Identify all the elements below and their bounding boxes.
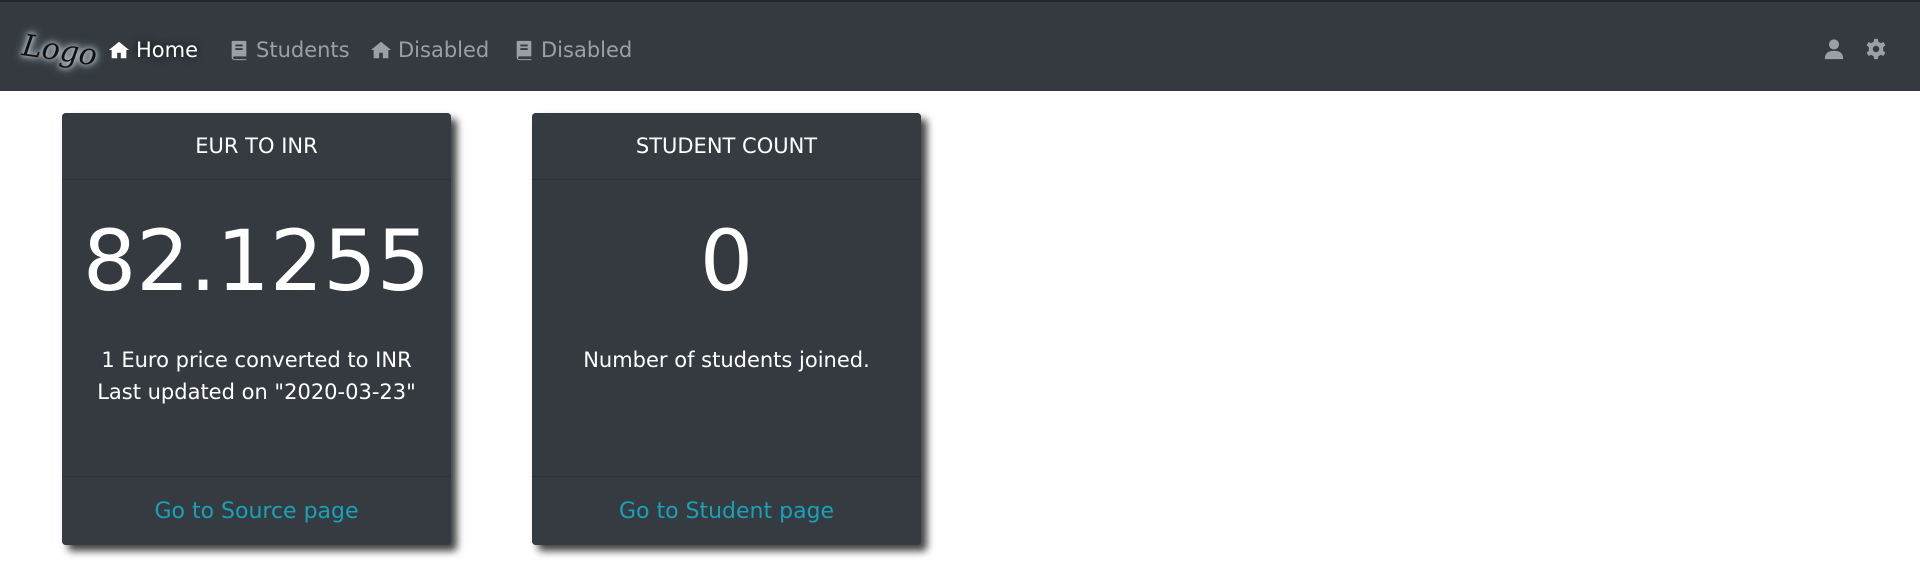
nav-item-home[interactable]: Home (108, 32, 198, 68)
card-description: 1 Euro price converted to INR Last updat… (97, 348, 416, 404)
student-count-value: 0 (699, 212, 754, 310)
nav-item-students[interactable]: Students (228, 32, 350, 68)
nav-item-label: Disabled (398, 38, 490, 62)
card-footer: Go to Student page (532, 476, 921, 545)
card-body: 0 Number of students joined. (532, 180, 921, 476)
nav-item-disabled-2[interactable]: Disabled (513, 32, 632, 68)
nav-item-disabled-1[interactable]: Disabled (370, 32, 489, 68)
home-icon (108, 41, 130, 59)
nav-item-label: Disabled (541, 38, 633, 62)
book-icon (516, 40, 532, 61)
home-icon (370, 41, 392, 59)
card-header: STUDENT COUNT (532, 113, 921, 180)
logo[interactable]: Logo (18, 16, 99, 83)
user-icon[interactable] (1823, 37, 1845, 61)
student-count-card: STUDENT COUNT 0 Number of students joine… (532, 113, 921, 545)
book-icon (231, 40, 247, 61)
card-header: EUR TO INR (62, 113, 451, 180)
top-navbar: Logo Home Students Disabled Disabled (0, 0, 1920, 91)
eur-inr-card: EUR TO INR 82.1255 1 Euro price converte… (62, 113, 451, 545)
gear-icon[interactable] (1865, 37, 1887, 61)
card-footer: Go to Source page (62, 476, 451, 545)
student-page-link[interactable]: Go to Student page (619, 499, 834, 524)
card-body: 82.1255 1 Euro price converted to INR La… (62, 180, 451, 476)
nav-item-label: Students (256, 38, 350, 62)
source-page-link[interactable]: Go to Source page (154, 499, 358, 524)
card-description: Number of students joined. (583, 348, 870, 372)
exchange-rate-value: 82.1255 (82, 212, 431, 310)
nav-item-label: Home (136, 38, 199, 62)
